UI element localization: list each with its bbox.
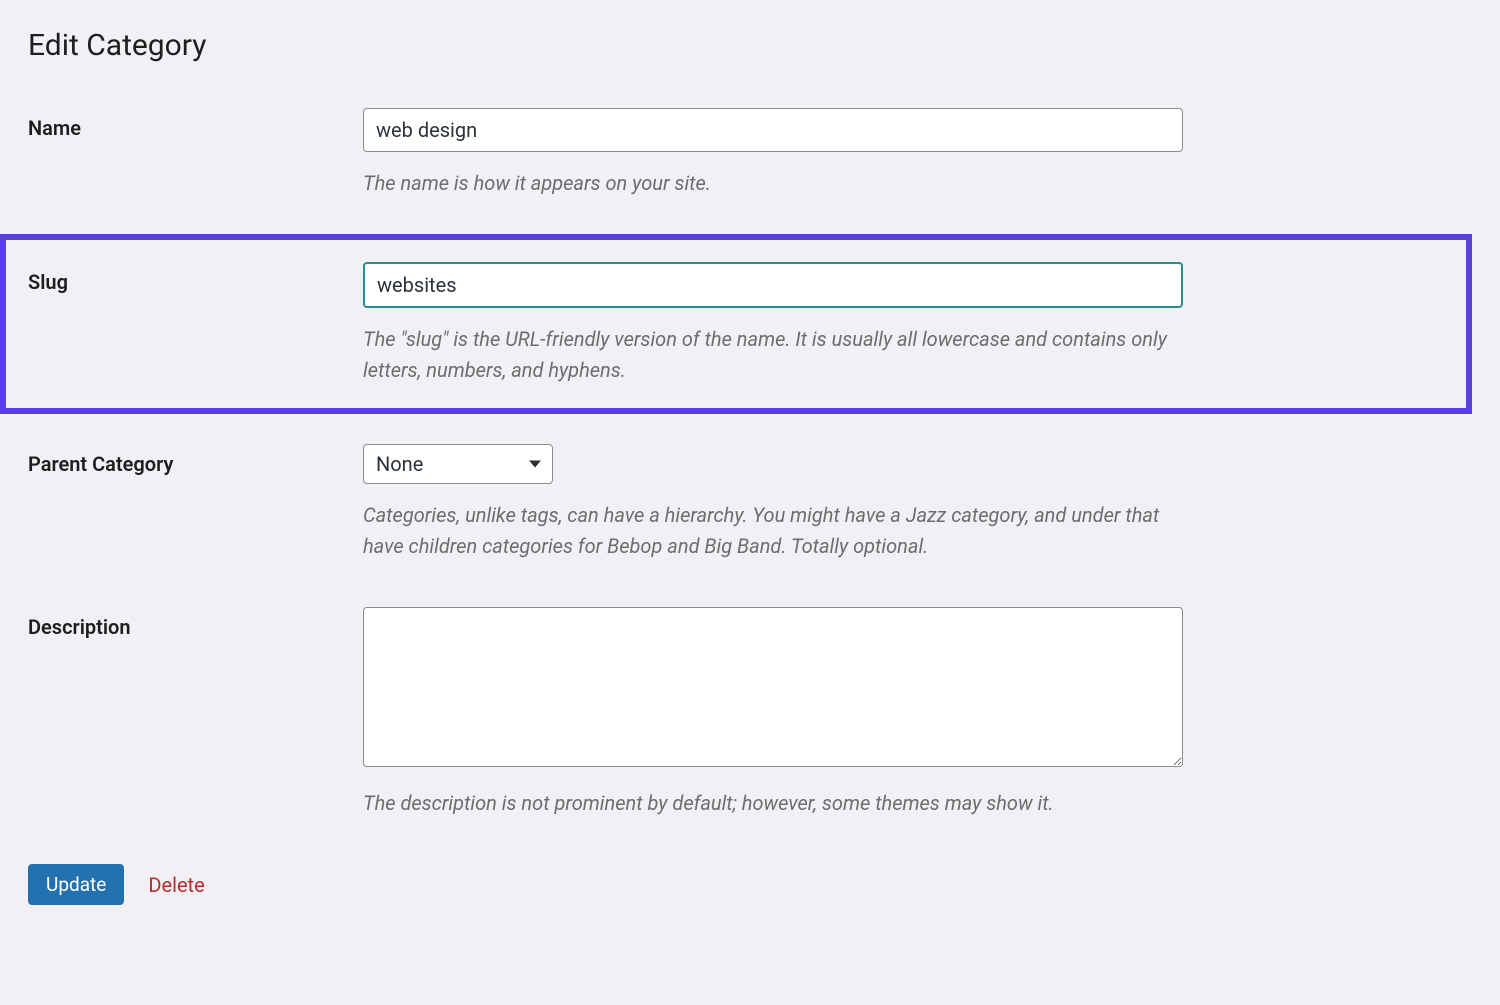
parent-row: Parent Category None Categories, unlike … — [28, 444, 1472, 562]
update-button[interactable]: Update — [28, 864, 124, 905]
slug-description: The "slug" is the URL-friendly version o… — [363, 324, 1183, 386]
page-title: Edit Category — [28, 28, 1472, 63]
actions-row: Update Delete — [28, 864, 1472, 905]
description-textarea[interactable] — [363, 607, 1183, 767]
description-row: Description The description is not promi… — [28, 607, 1472, 819]
parent-description: Categories, unlike tags, can have a hier… — [363, 500, 1183, 562]
description-help: The description is not prominent by defa… — [363, 788, 1183, 819]
name-label: Name — [28, 116, 81, 140]
name-input[interactable] — [363, 108, 1183, 152]
delete-button[interactable]: Delete — [148, 873, 204, 897]
description-label: Description — [28, 615, 131, 639]
name-row: Name The name is how it appears on your … — [28, 108, 1472, 199]
parent-select[interactable]: None — [363, 444, 553, 484]
slug-label: Slug — [28, 270, 68, 294]
parent-label: Parent Category — [28, 452, 173, 476]
slug-row: Slug The "slug" is the URL-friendly vers… — [0, 234, 1472, 414]
name-description: The name is how it appears on your site. — [363, 168, 1183, 199]
slug-input[interactable] — [363, 262, 1183, 308]
